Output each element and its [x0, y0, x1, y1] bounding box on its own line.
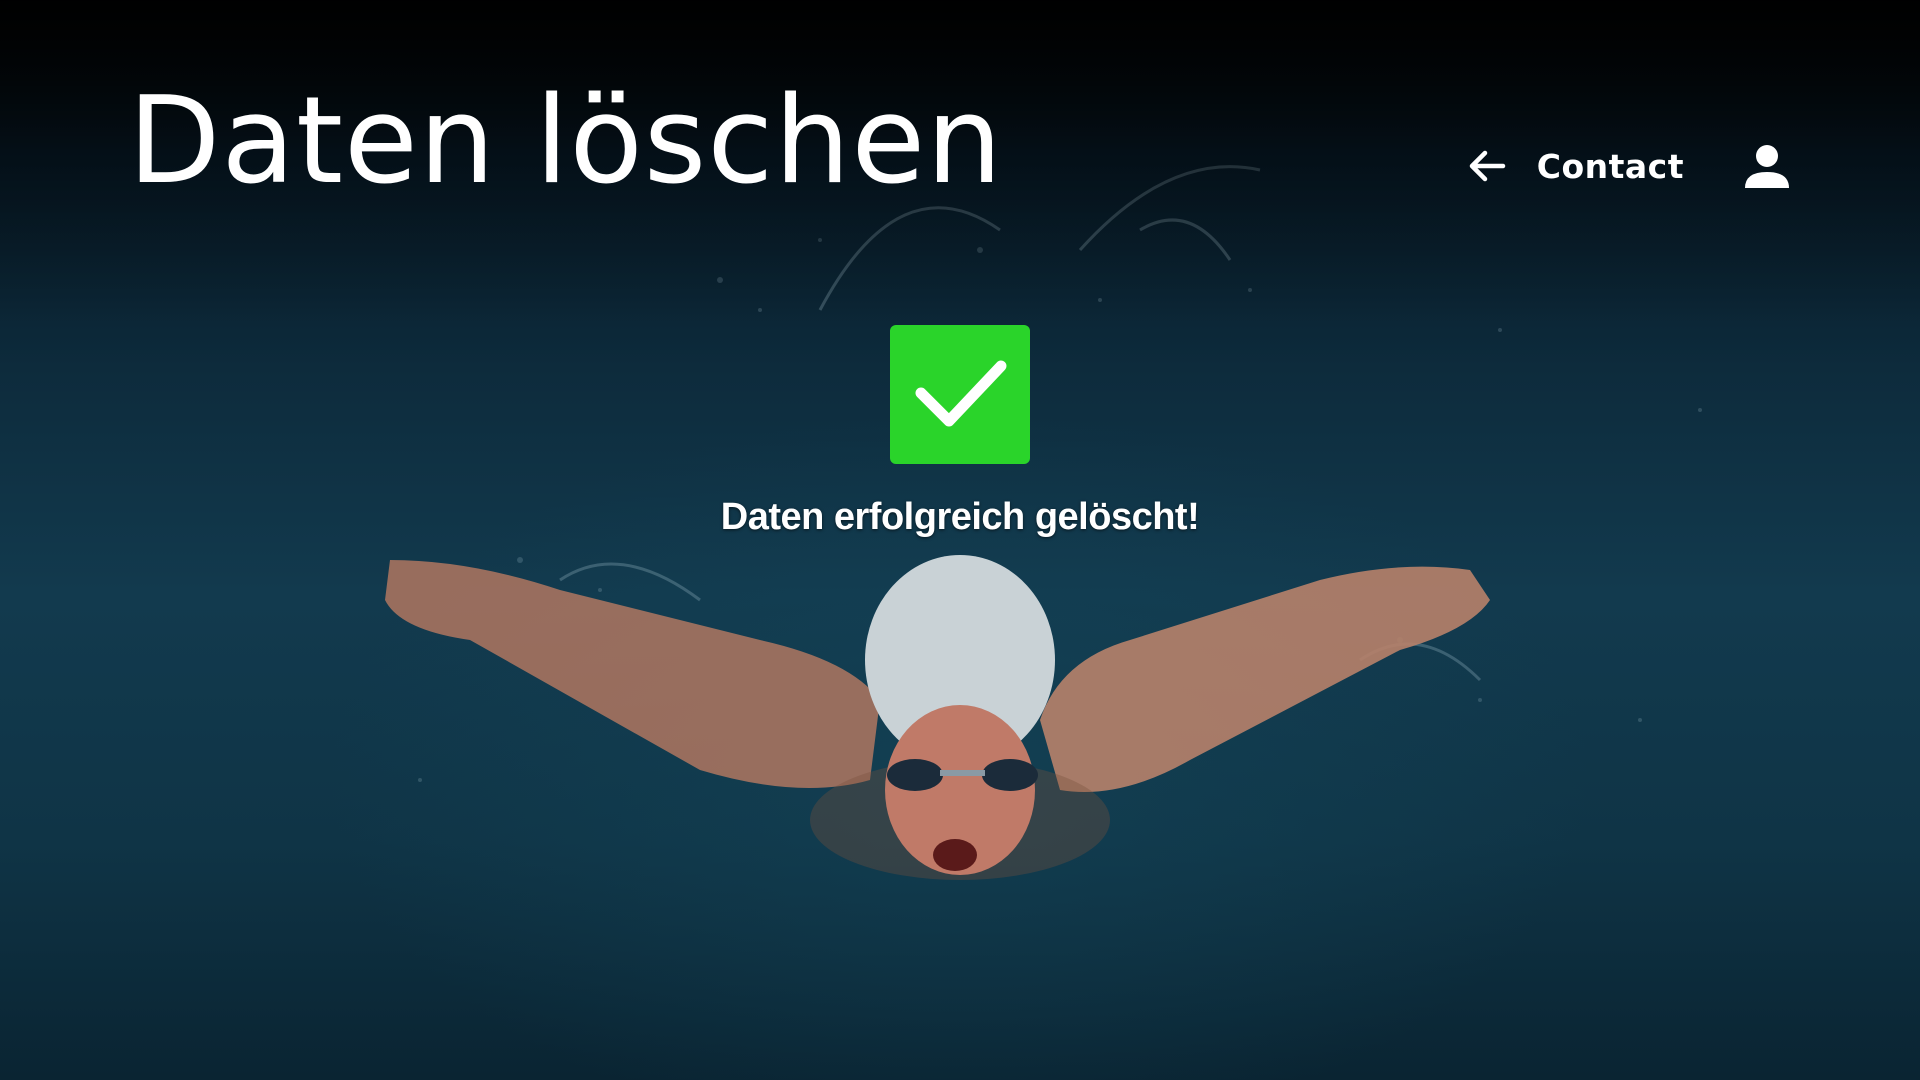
page-root: Daten löschen Contact Daten erfolgreich …: [0, 0, 1920, 1080]
checkmark-icon: [905, 338, 1015, 452]
user-icon[interactable]: [1742, 141, 1792, 191]
success-message: Daten erfolgreich gelöscht!: [720, 496, 1200, 538]
back-arrow-icon[interactable]: [1463, 142, 1511, 190]
success-badge: [890, 325, 1030, 464]
contact-link[interactable]: Contact: [1537, 147, 1684, 186]
top-navigation: Contact: [1463, 126, 1792, 206]
page-title: Daten löschen: [128, 72, 1004, 211]
